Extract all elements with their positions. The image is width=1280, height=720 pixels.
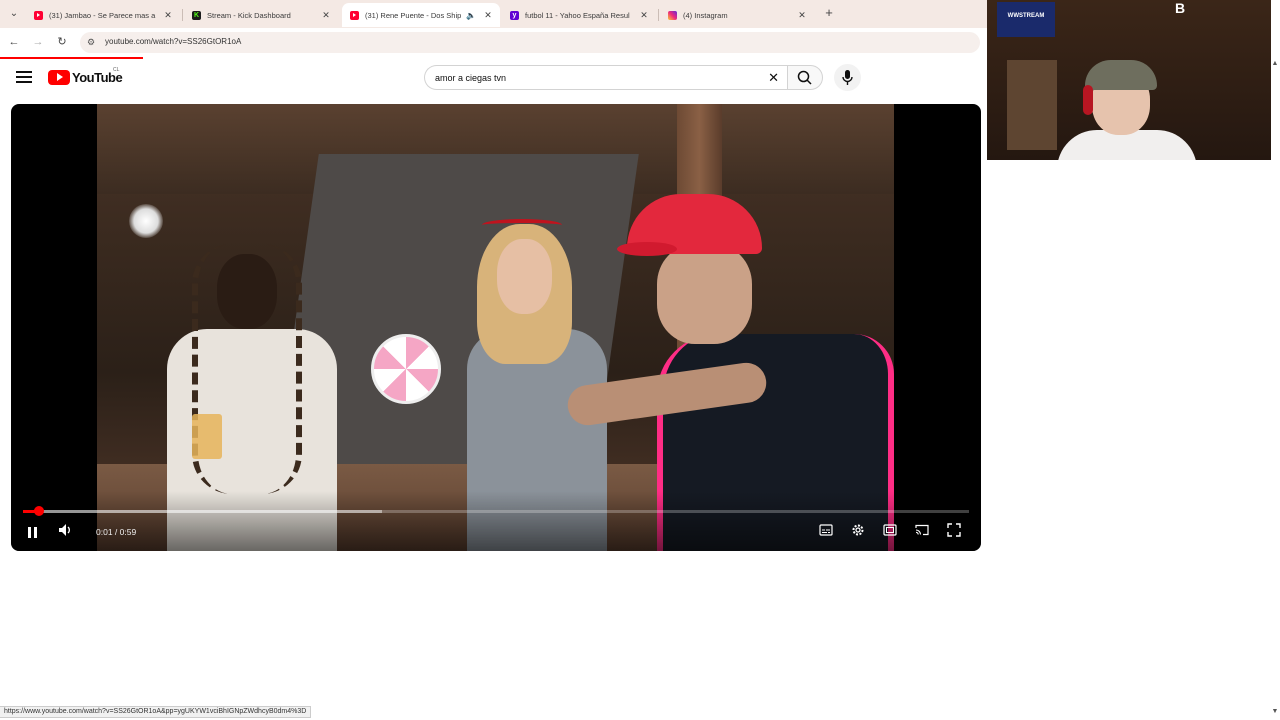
yahoo-icon: y — [510, 10, 519, 20]
address-url[interactable]: youtube.com/watch?v=SS26GtOR1oA — [105, 37, 241, 46]
tab-title: Stream - Kick Dashboard — [207, 10, 291, 20]
pause-icon — [27, 527, 37, 538]
forward-arrow-icon[interactable]: → — [30, 34, 46, 50]
tab-title: (31) Jambao - Se Parece mas a — [49, 10, 156, 20]
tab-title: (4) Instagram — [683, 10, 728, 20]
woman-face — [497, 239, 552, 314]
youtube-icon — [34, 10, 43, 20]
settings-button[interactable] — [848, 523, 868, 541]
tab-kick-dashboard[interactable]: K Stream - Kick Dashboard ✕ — [184, 3, 338, 27]
tab-yahoo[interactable]: y futbol 11 - Yahoo España Resul ✕ — [502, 3, 656, 27]
search-button[interactable] — [787, 65, 823, 90]
tab-close-icon[interactable]: ✕ — [796, 10, 808, 21]
cast-icon — [915, 524, 929, 536]
theater-mode-button[interactable] — [880, 523, 900, 541]
tab-title: futbol 11 - Yahoo España Resul — [525, 10, 630, 20]
browser-toolbar: ← → ↻ ⚙ youtube.com/watch?v=SS26GtOR1oA — [0, 28, 988, 57]
youtube-header: YouTube CL amor a ciegas tvn ✕ — [0, 59, 988, 99]
tab-rene-puente[interactable]: (31) Rene Puente - Dos Ship 🔈 ✕ — [342, 3, 500, 27]
webcam-screen-text: WWSTREAM — [997, 2, 1055, 37]
mute-button[interactable] — [55, 523, 75, 541]
voice-search-button[interactable] — [834, 64, 861, 91]
buffered-bar — [23, 510, 383, 513]
video-player[interactable]: 0:01 / 0:59 — [11, 104, 981, 551]
controls-gradient — [11, 491, 981, 551]
cast-button[interactable] — [912, 523, 932, 541]
drink-cup — [192, 414, 222, 459]
tab-close-icon[interactable]: ✕ — [320, 10, 332, 21]
red-cap-brim — [617, 242, 677, 256]
fullscreen-icon — [947, 523, 961, 537]
fullscreen-button[interactable] — [944, 523, 964, 541]
tab-title: (31) Rene Puente - Dos Ship — [365, 10, 462, 20]
tab-divider — [182, 9, 183, 21]
address-bar[interactable]: ⚙ youtube.com/watch?v=SS26GtOR1oA — [80, 32, 980, 53]
pause-button[interactable] — [22, 523, 42, 541]
back-arrow-icon[interactable]: ← — [6, 34, 22, 50]
tab-jambao[interactable]: (31) Jambao - Se Parece mas a ✕ — [26, 3, 180, 27]
microphone-icon — [842, 70, 853, 85]
tab-search-chevron-icon[interactable]: ⌄ — [6, 6, 22, 22]
webcam-person-cap — [1085, 60, 1157, 90]
subtitles-button[interactable] — [816, 523, 836, 541]
youtube-logo[interactable]: YouTube CL — [48, 67, 123, 85]
new-tab-plus-icon[interactable]: + — [821, 5, 837, 21]
tab-close-icon[interactable]: ✕ — [638, 10, 650, 21]
webcam-wall-letter: B — [1175, 0, 1186, 16]
webcam-shelf — [1007, 60, 1057, 150]
clear-search-icon[interactable]: ✕ — [768, 70, 779, 86]
speaker-icon[interactable]: 🔈 — [466, 11, 476, 20]
time-display: 0:01 / 0:59 — [96, 527, 137, 537]
screen: ⌄ (31) Jambao - Se Parece mas a ✕ K Stre… — [0, 0, 1280, 720]
tab-close-icon[interactable]: ✕ — [162, 10, 174, 21]
theater-icon — [883, 524, 897, 536]
video-frame — [97, 104, 894, 551]
man-dreadlocks-head — [217, 254, 277, 329]
search-icon — [797, 70, 812, 85]
gear-icon — [852, 524, 864, 536]
tab-close-icon[interactable]: ✕ — [482, 10, 494, 21]
country-code: CL — [113, 67, 120, 73]
scroll-up-arrow-icon[interactable]: ▲ — [1270, 60, 1280, 70]
progress-bar[interactable] — [23, 506, 969, 516]
menu-hamburger-icon[interactable] — [16, 69, 32, 85]
webcam-overlay: WWSTREAM B — [987, 0, 1271, 160]
status-bar-url: https://www.youtube.com/watch?v=SS26GtOR… — [0, 706, 312, 718]
scene-light — [129, 204, 163, 238]
prize-wheel — [371, 334, 441, 404]
browser-tabstrip: ⌄ (31) Jambao - Se Parece mas a ✕ K Stre… — [0, 0, 988, 28]
search-input[interactable]: amor a ciegas tvn ✕ — [424, 65, 787, 90]
instagram-icon — [668, 10, 677, 20]
woman-headband — [482, 219, 562, 231]
volume-icon — [59, 524, 70, 536]
headphones — [1083, 85, 1093, 115]
scroll-down-arrow-icon[interactable]: ▼ — [1270, 708, 1280, 718]
site-info-icon[interactable]: ⚙ — [87, 37, 95, 48]
reload-icon[interactable]: ↻ — [54, 34, 70, 50]
search-query[interactable]: amor a ciegas tvn — [435, 73, 506, 83]
kick-icon: K — [192, 10, 201, 20]
youtube-icon — [350, 10, 359, 20]
tab-divider — [658, 9, 659, 21]
subtitles-icon — [819, 524, 833, 536]
youtube-play-icon — [48, 69, 70, 85]
tab-instagram[interactable]: (4) Instagram ✕ — [660, 3, 814, 27]
man-cap-face — [657, 244, 752, 344]
